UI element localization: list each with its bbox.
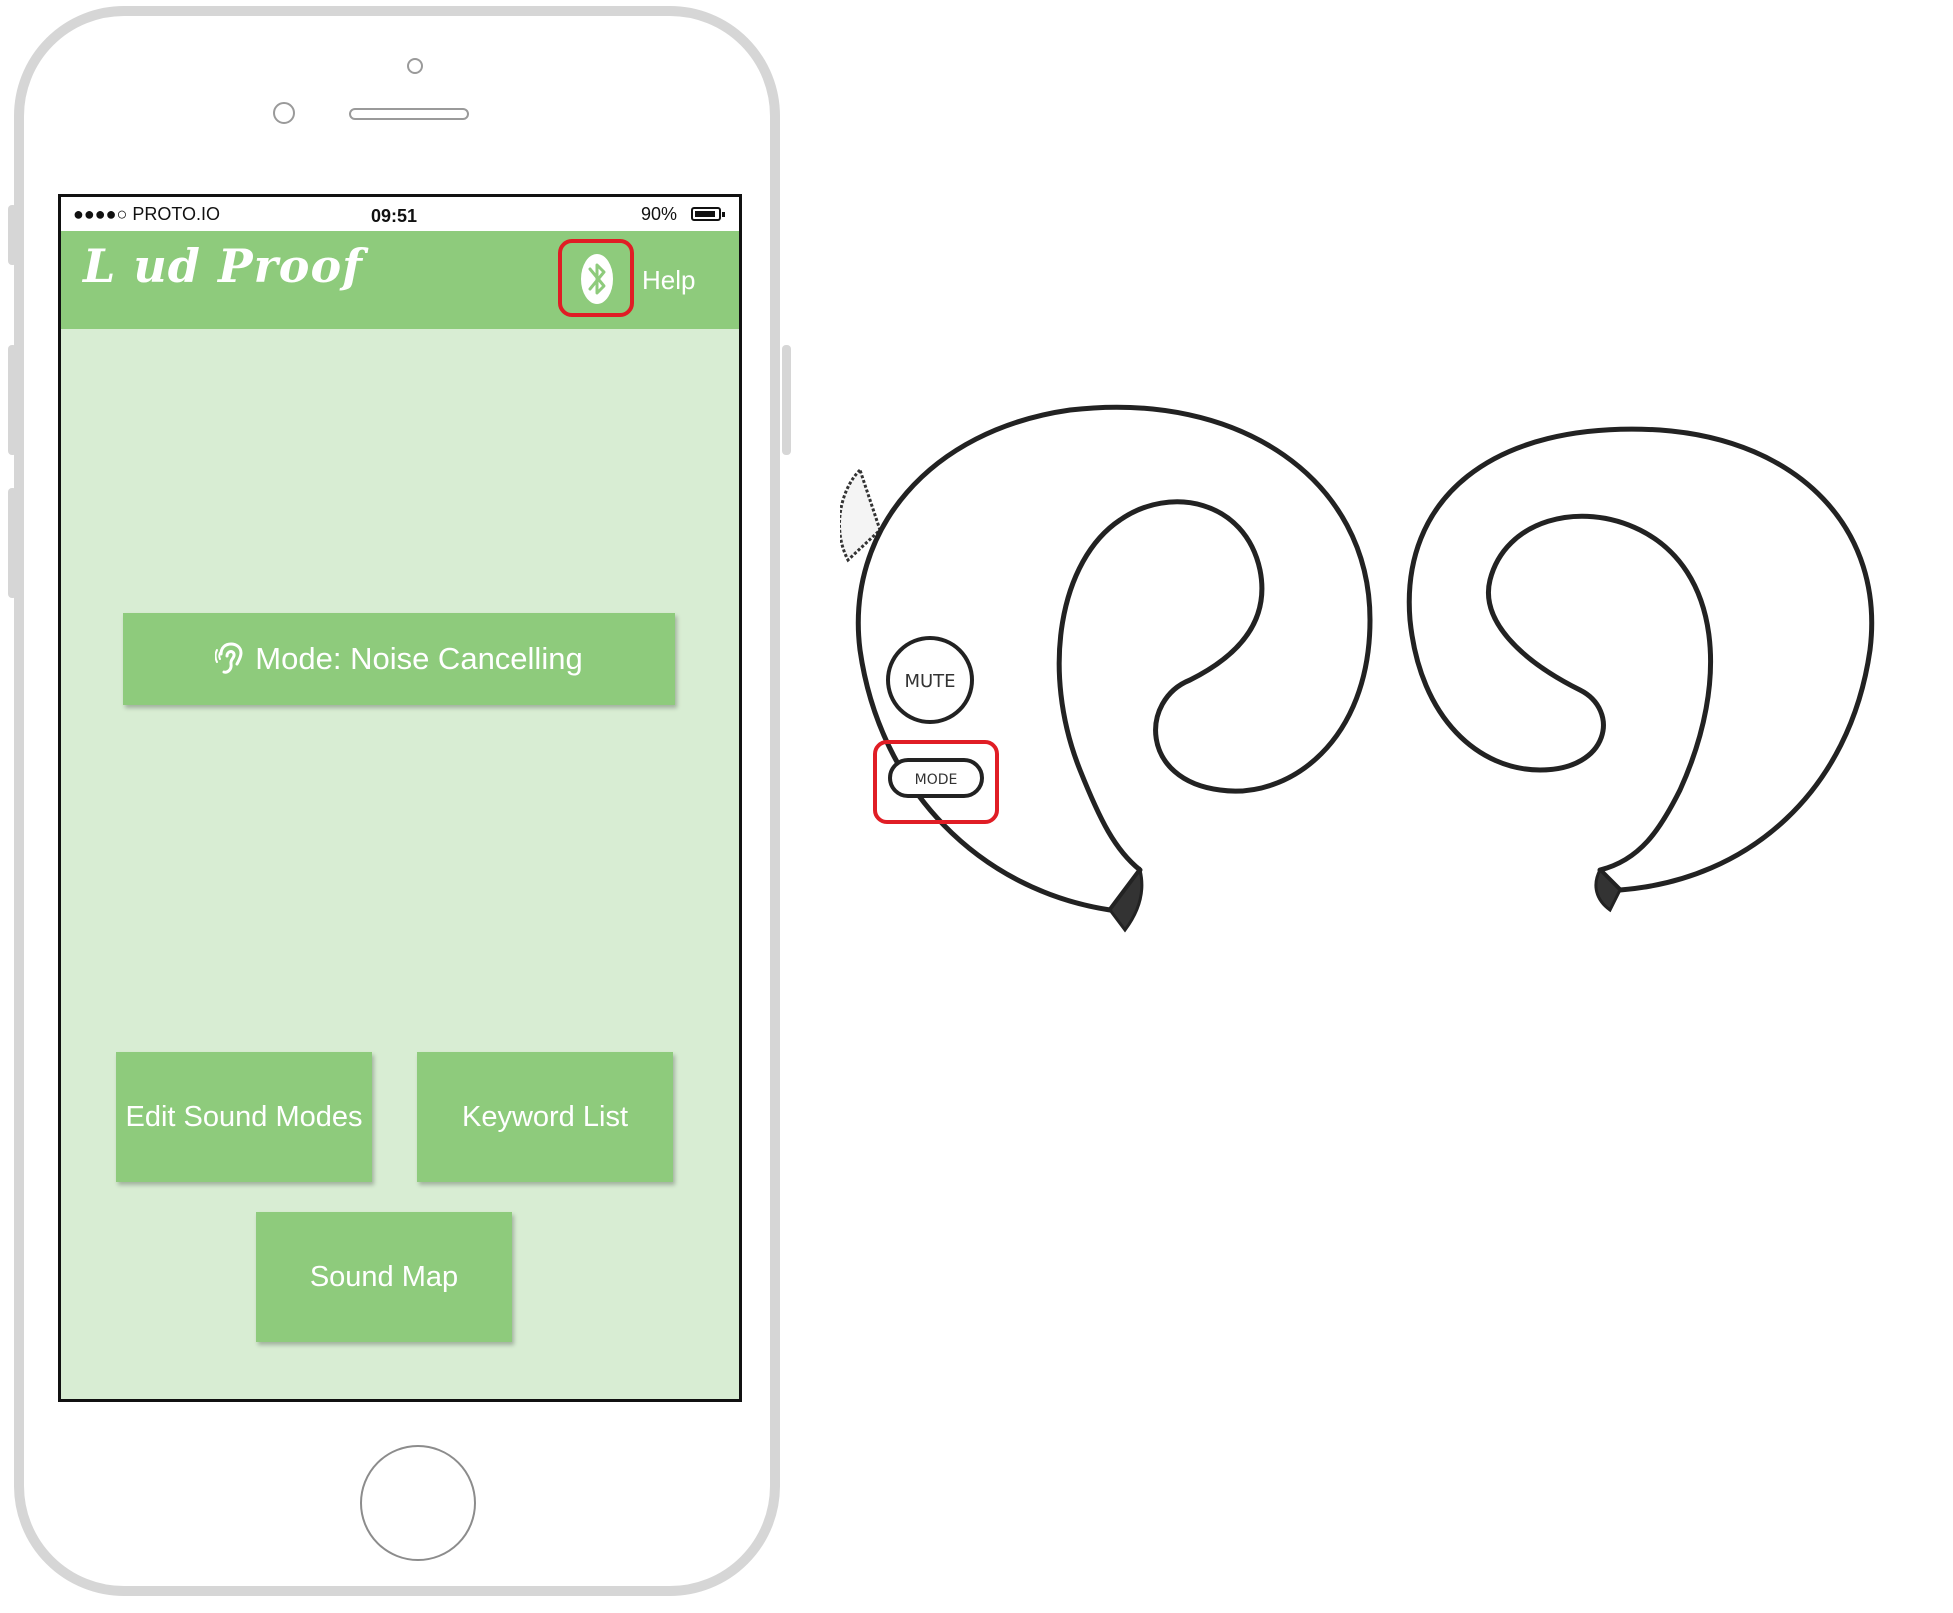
help-link[interactable]: Help [642, 265, 695, 296]
right-earpiece-body [1406, 426, 1875, 893]
app-screen: ●●●●○ PROTO.IO 09:51 90% L ud Proof Help… [58, 194, 742, 1402]
edit-sound-modes-label: Edit Sound Modes [125, 1100, 363, 1133]
battery-fill [695, 211, 715, 217]
mode-button[interactable]: Mode: Noise Cancelling [123, 613, 675, 705]
left-earpiece: MUTE MODE [840, 404, 1373, 933]
mute-label: MUTE [904, 671, 955, 692]
bluetooth-button[interactable] [558, 239, 634, 317]
app-logo: L ud Proof [83, 239, 363, 293]
proximity-sensor [273, 102, 295, 124]
volume-up-button[interactable] [8, 345, 17, 455]
earpiece-illustration: MUTE MODE [840, 404, 1875, 933]
sound-map-label: Sound Map [309, 1260, 459, 1293]
mode-device-label: MODE [915, 772, 958, 788]
mute-switch[interactable] [8, 205, 17, 265]
power-button[interactable] [782, 345, 791, 455]
sound-map-button[interactable]: Sound Map [256, 1212, 512, 1342]
front-camera [407, 58, 423, 74]
earpiece-speaker [349, 108, 469, 120]
mode-button-label: Mode: Noise Cancelling [255, 641, 583, 676]
battery-icon [691, 207, 725, 221]
keyword-list-label: Keyword List [461, 1100, 628, 1133]
home-button[interactable] [360, 1445, 476, 1561]
app-header: L ud Proof Help [61, 231, 739, 329]
right-earpiece [1406, 426, 1875, 913]
status-bar: ●●●●○ PROTO.IO 09:51 90% [61, 197, 739, 231]
keyword-list-button[interactable]: Keyword List [417, 1052, 673, 1182]
edit-sound-modes-button[interactable]: Edit Sound Modes [116, 1052, 372, 1182]
battery-percent: 90% [641, 204, 678, 224]
carrier-label: ●●●●○ PROTO.IO [73, 204, 221, 224]
clock: 09:51 [371, 206, 418, 226]
ear-icon [215, 642, 243, 674]
logo-text: L ud Proof [83, 239, 363, 293]
volume-down-button[interactable] [8, 488, 17, 598]
bluetooth-icon [581, 254, 613, 304]
